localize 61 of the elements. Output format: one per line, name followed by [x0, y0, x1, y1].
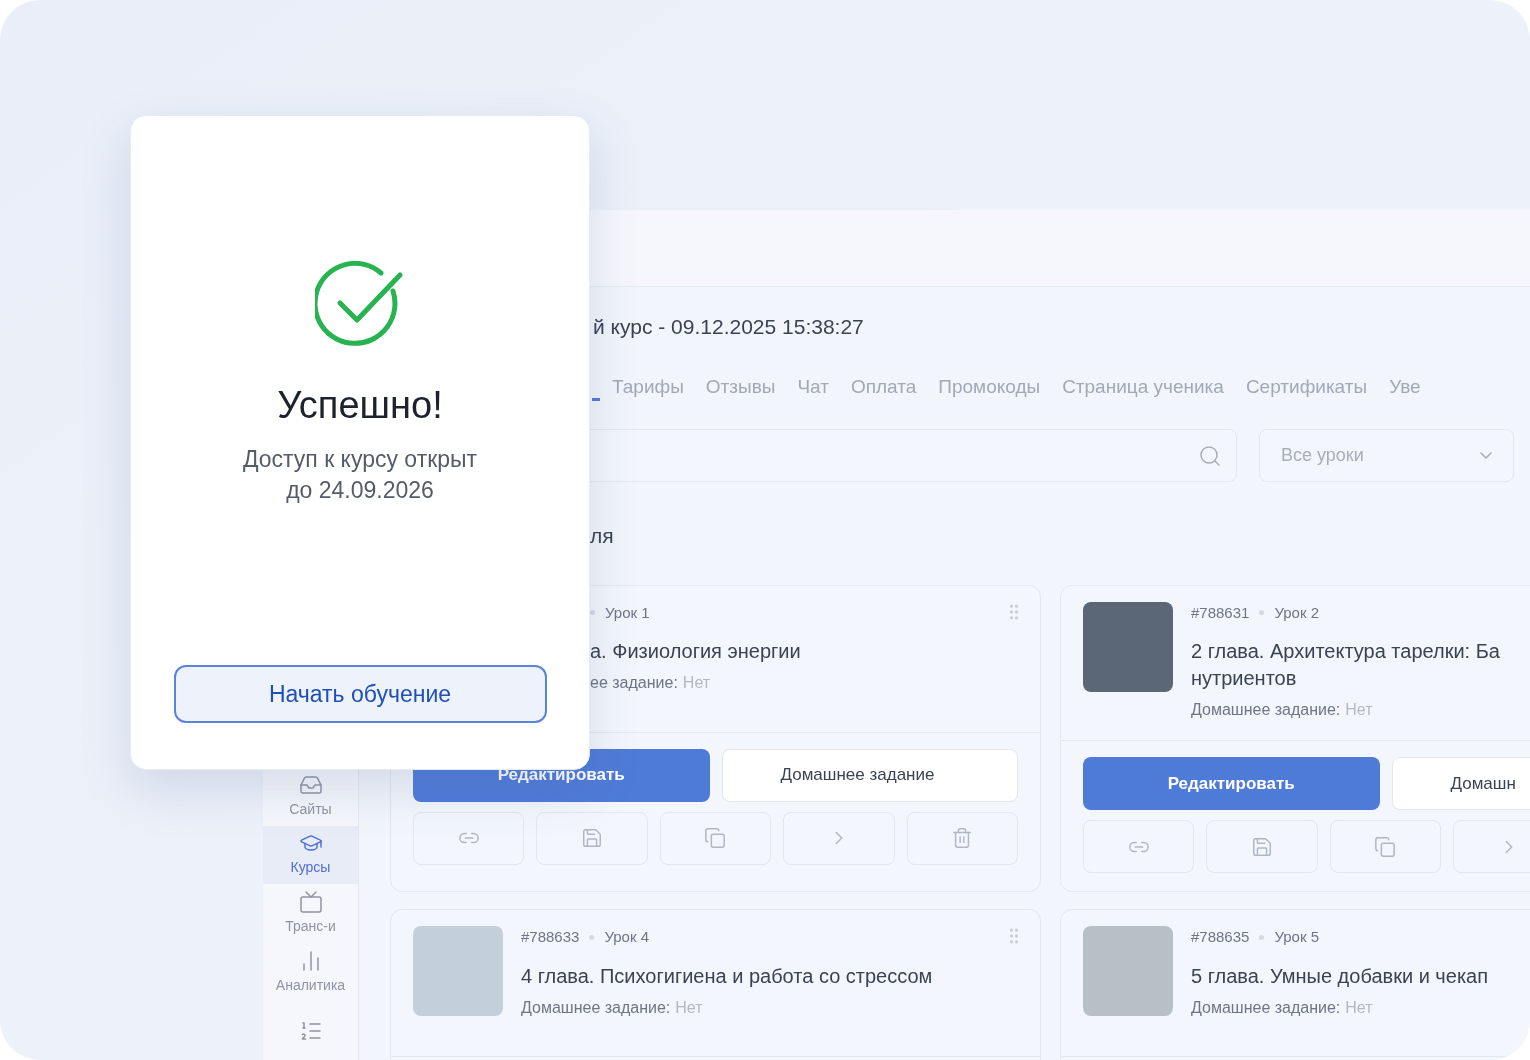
save-button[interactable]: [1206, 820, 1318, 873]
save-button[interactable]: [536, 811, 648, 865]
sidebar-item[interactable]: Курсы: [263, 825, 358, 885]
sidebar-item[interactable]: Транс-и: [263, 884, 358, 943]
lesson-number: Урок 2: [1274, 602, 1320, 623]
active-tab-underline: [592, 397, 600, 401]
tab[interactable]: Страница ученика: [1062, 372, 1224, 409]
lesson-title: 4 глава. Психогигиена и работа со стрессом: [521, 963, 933, 989]
lessons-filter-dropdown[interactable]: Все уроки: [1259, 429, 1514, 482]
sidebar-item[interactable]: Сайты: [263, 767, 358, 826]
tab[interactable]: Отзывы: [705, 372, 776, 409]
trash-icon: [951, 827, 974, 849]
homework-value: Нет: [1345, 997, 1373, 1018]
copy-icon: [704, 827, 727, 849]
copy-button[interactable]: [659, 811, 772, 865]
homework-value: Нет: [1345, 700, 1373, 720]
dialog-title: Успешно!: [277, 383, 443, 428]
lesson-number: Урок 5: [1274, 927, 1320, 947]
save-icon: [581, 827, 604, 849]
homework-button[interactable]: Домашнее задание: [721, 748, 1018, 802]
save-icon: [1251, 835, 1274, 858]
copy-button[interactable]: [1329, 820, 1442, 873]
section-title: ля: [589, 523, 615, 549]
homework-label: Домашнее задание:: [1191, 700, 1341, 720]
lesson-number: Урок 1: [605, 602, 650, 623]
link-button[interactable]: [413, 811, 525, 865]
copy-icon: [1374, 835, 1397, 858]
chevron-down-icon: [1480, 452, 1492, 459]
lesson-number: Урок 4: [604, 927, 650, 947]
tab[interactable]: Сертификаты: [1245, 372, 1368, 409]
lesson-title: 2 глава. Архитектура тарелки: Ба нутриентов: [1191, 639, 1500, 691]
homework-value: Нет: [675, 997, 703, 1018]
lesson-id: #788631: [1191, 602, 1250, 623]
lesson-id: #788635: [1191, 927, 1250, 947]
lesson-title: а. Физиология энергии: [590, 639, 801, 664]
dot-separator: [1259, 934, 1265, 940]
dialog-message: Доступ к курсу открыт до 24.09.2026: [242, 445, 478, 505]
lesson-id: #788633: [521, 927, 580, 947]
tab[interactable]: Чат: [797, 372, 829, 409]
chevron-right-button[interactable]: [783, 811, 895, 865]
page-title: й курс - 09.12.2025 15:38:27: [592, 314, 865, 340]
lesson-title: 5 глава. Умные добавки и чекап: [1191, 963, 1489, 989]
dot-separator: [590, 610, 595, 616]
sidebar-item[interactable]: Аналитика: [263, 942, 358, 1002]
tab[interactable]: Промокоды: [938, 372, 1041, 409]
homework-button[interactable]: Домашн: [1391, 757, 1530, 810]
search-icon: [1198, 443, 1222, 468]
tab[interactable]: Уве: [1389, 372, 1421, 409]
tab[interactable]: Тарифы: [612, 372, 684, 409]
homework-value: Нет: [682, 673, 711, 693]
start-learning-button[interactable]: Начать обучение: [173, 665, 547, 723]
tab[interactable]: Оплата: [850, 372, 917, 409]
link-button[interactable]: [1083, 820, 1195, 873]
homework-label: Домашнее задание:: [521, 997, 671, 1018]
tv-icon: [298, 890, 323, 914]
dot-separator: [589, 934, 595, 940]
edit-button[interactable]: Редактировать: [1083, 757, 1380, 810]
dot-separator: [1259, 610, 1265, 616]
trash-button[interactable]: [906, 811, 1018, 865]
homework-label: Домашнее задание:: [1191, 997, 1341, 1018]
homework-label: ее задание:: [590, 673, 678, 693]
